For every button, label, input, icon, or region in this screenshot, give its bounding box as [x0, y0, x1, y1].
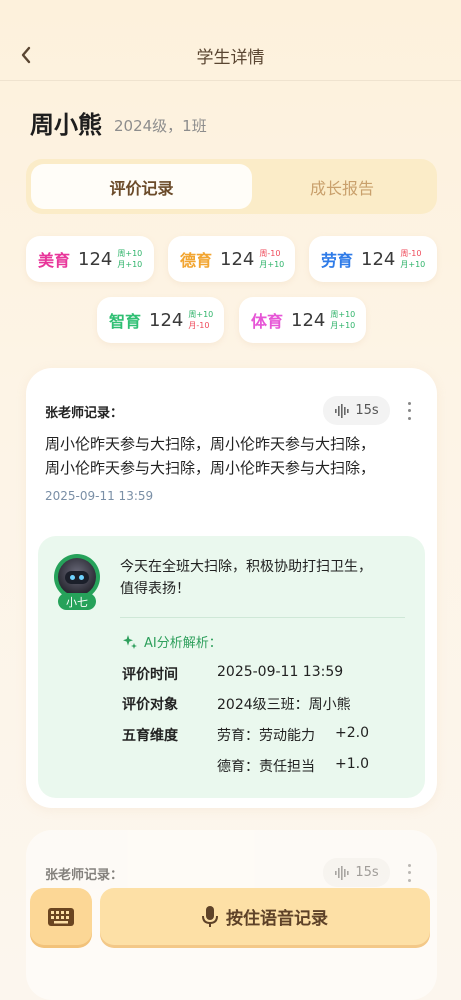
microphone-icon [202, 905, 218, 927]
score-label: 德育 [180, 251, 213, 270]
ai-row-key: 五育维度 [122, 728, 178, 744]
score-label: 美育 [38, 251, 71, 270]
score-value: 124 [78, 248, 113, 270]
month-delta: 月+10 [259, 260, 285, 269]
ai-row-time: 评价时间 2025-09-11 13:59 [122, 664, 343, 684]
dot-icon [407, 871, 411, 875]
score-label: 劳育 [321, 251, 354, 270]
keyboard-toggle-button[interactable] [30, 888, 92, 945]
nav-bar: 学生详情 [0, 0, 461, 81]
score-chip-intellectual[interactable]: 智育 124 周+10 月-10 [97, 297, 224, 343]
divider [120, 617, 405, 618]
score-label: 体育 [251, 312, 284, 331]
audio-play-button[interactable]: 15s [323, 396, 390, 425]
hold-to-record-label: 按住语音记录 [226, 909, 328, 929]
hold-to-record-button[interactable]: 按住语音记录 [100, 888, 430, 945]
dimension-item: 德育：责任担当 [217, 759, 315, 775]
week-delta: 周+10 [330, 310, 356, 319]
record-time: 2025-09-11 13:59 [45, 489, 154, 503]
dot-icon [407, 416, 411, 420]
ai-row-value: 2024级三班：周小熊 [217, 697, 351, 713]
month-delta: 月+10 [117, 260, 143, 269]
ai-row-value: 2025-09-11 13:59 [217, 664, 344, 680]
score-value: 124 [291, 309, 326, 331]
student-class: 2024级，1班 [114, 117, 207, 135]
record-text-line: 周小伦昨天参与大扫除，周小伦昨天参与大扫除， [45, 435, 376, 453]
tab-growth-report[interactable]: 成长报告 [252, 164, 432, 209]
ai-summary-line: 值得表扬！ [120, 581, 190, 597]
tab-bar: 评价记录 成长报告 [26, 159, 437, 214]
dimension-item: 劳育：劳动能力 [217, 728, 315, 744]
student-name: 周小熊 [30, 111, 102, 139]
month-delta: 月-10 [188, 321, 210, 330]
record-text-line: 周小伦昨天参与大扫除，周小伦昨天参与大扫除， [45, 459, 376, 477]
keyboard-icon [48, 907, 74, 926]
bottom-action-bar: 按住语音记录 [0, 880, 461, 1000]
ai-row-dimension-2: 德育：责任担当 +1.0 [122, 756, 369, 776]
dot-icon [407, 409, 411, 413]
dot-icon [407, 864, 411, 868]
record-text: 周小伦昨天参与大扫除，周小伦昨天参与大扫除， 周小伦昨天参与大扫除，周小伦昨天参… [45, 432, 420, 480]
week-delta: 周-10 [259, 249, 281, 258]
ai-analysis-heading-text: AI分析解析： [144, 636, 222, 651]
ai-analysis-heading: AI分析解析： [122, 632, 222, 651]
page-title: 学生详情 [196, 48, 265, 68]
week-delta: 周+10 [117, 249, 143, 258]
ai-summary: 今天在全班大扫除，积极协助打扫卫生， 值得表扬！ [120, 556, 410, 600]
waveform-icon [335, 865, 349, 880]
audio-duration: 15s [355, 403, 379, 418]
ai-row-key: 评价对象 [122, 697, 178, 713]
ai-row-target: 评价对象 2024级三班：周小熊 [122, 694, 351, 714]
score-value: 124 [220, 248, 255, 270]
dimension-score: +1.0 [335, 756, 369, 772]
score-chip-labor[interactable]: 劳育 124 周-10 月+10 [309, 236, 437, 282]
record-author: 张老师记录： [45, 406, 124, 421]
score-chip-aesthetic[interactable]: 美育 124 周+10 月+10 [26, 236, 154, 282]
dot-icon [407, 402, 411, 406]
waveform-icon [335, 403, 349, 418]
ai-row-key: 评价时间 [122, 667, 178, 683]
score-label: 智育 [109, 312, 142, 331]
record-card: 张老师记录： 15s 周小伦昨天参与大扫除，周小伦昨天参与大扫除， 周小伦昨天参… [26, 368, 437, 808]
ai-avatar-label: 小七 [58, 593, 96, 610]
month-delta: 月+10 [330, 321, 356, 330]
ai-analysis-box: 小七 今天在全班大扫除，积极协助打扫卫生， 值得表扬！ AI分析解析： 评价时间… [38, 536, 425, 798]
robot-face-icon [58, 558, 96, 596]
audio-duration: 15s [355, 865, 379, 880]
month-delta: 月+10 [400, 260, 426, 269]
ai-row-dimension: 五育维度 劳育：劳动能力 +2.0 [122, 725, 369, 745]
score-chip-moral[interactable]: 德育 124 周-10 月+10 [168, 236, 295, 282]
ai-summary-line: 今天在全班大扫除，积极协助打扫卫生， [120, 559, 372, 575]
score-value: 124 [149, 309, 184, 331]
dimension-score: +2.0 [335, 725, 369, 741]
score-value: 124 [361, 248, 396, 270]
week-delta: 周+10 [188, 310, 214, 319]
more-options-button[interactable] [403, 400, 415, 422]
week-delta: 周-10 [400, 249, 422, 258]
score-chip-physical[interactable]: 体育 124 周+10 月+10 [239, 297, 366, 343]
tab-evaluation-records[interactable]: 评价记录 [31, 164, 252, 209]
sparkle-icon [123, 634, 137, 649]
